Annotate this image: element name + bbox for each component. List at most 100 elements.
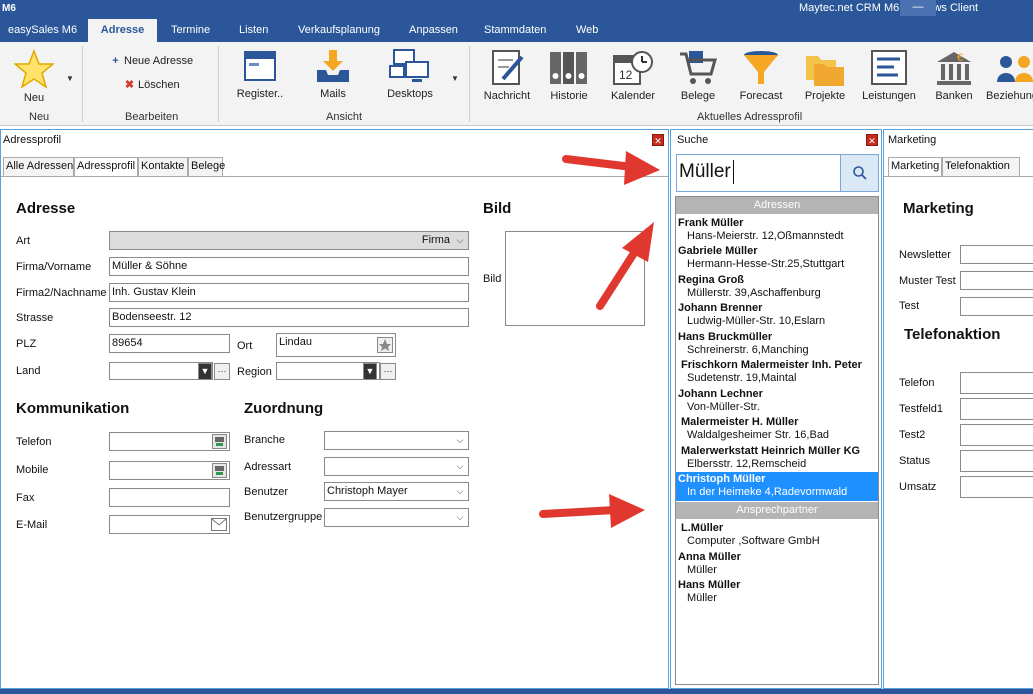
envelope-icon[interactable] — [211, 518, 227, 531]
beziehungen-button[interactable]: Beziehungen — [986, 48, 1033, 102]
list-item[interactable]: Malermeister H. Müller Waldalgesheimer St… — [676, 415, 878, 444]
list-item[interactable]: Johann Brenner Ludwig-Müller-Str. 10,Esla… — [676, 301, 878, 330]
tab-marketing[interactable]: Marketing — [888, 157, 942, 177]
tab-kontakte[interactable]: Kontakte — [138, 157, 188, 176]
test-label: Test — [899, 300, 920, 312]
tab-listen[interactable]: Listen — [239, 19, 268, 42]
benutzergruppe-select[interactable]: ⌵ — [324, 508, 469, 527]
inbox-download-icon — [317, 50, 349, 82]
svg-text:€: € — [957, 52, 963, 64]
testfeld1-input[interactable] — [960, 398, 1033, 420]
telefon-action-input[interactable] — [960, 372, 1033, 394]
tab-telefonaktion[interactable]: Telefonaktion — [942, 157, 1020, 176]
tab-verkaufsplanung[interactable]: Verkaufsplanung — [298, 19, 380, 42]
star-icon — [14, 48, 54, 89]
firma2-input[interactable]: Inh. Gustav Klein — [109, 283, 469, 302]
region-dropdown-icon[interactable]: ▼ — [363, 363, 377, 380]
suche-panel-title: Suche — [671, 130, 881, 151]
adressart-select[interactable]: ⌵ — [324, 457, 469, 476]
list-item[interactable]: Hans Müller Müller — [676, 578, 878, 607]
test2-input[interactable] — [960, 424, 1033, 446]
search-input[interactable]: Müller — [676, 154, 879, 192]
marketing-section-title: Marketing — [903, 200, 974, 217]
zuordnung-section-title: Zuordnung — [244, 400, 324, 417]
tab-termine[interactable]: Termine — [171, 19, 210, 42]
neu-dropdown-icon[interactable]: ▼ — [66, 74, 74, 83]
fax-input[interactable] — [109, 488, 230, 507]
search-icon — [853, 166, 867, 180]
bank-icon: € — [937, 52, 971, 85]
muster-test-input[interactable] — [960, 271, 1033, 290]
list-item-selected[interactable]: Christoph Müller In der Heimeke 4,Radevor… — [676, 472, 878, 501]
forecast-button[interactable]: Forecast — [737, 48, 785, 102]
region-more-button[interactable]: ··· — [380, 363, 396, 380]
telefon-input[interactable] — [109, 432, 230, 451]
shopping-cart-icon — [680, 51, 717, 84]
mails-button[interactable]: Mails — [308, 48, 358, 100]
list-item[interactable]: Frischkorn Malermeister Inh. Peter Sudete… — [676, 358, 878, 387]
register-button[interactable]: Register.. — [230, 48, 290, 100]
email-input[interactable] — [109, 515, 230, 534]
tab-web[interactable]: Web — [576, 19, 598, 42]
tab-adressprofil[interactable]: Adressprofil — [74, 157, 138, 177]
branche-select[interactable]: ⌵ — [324, 431, 469, 450]
list-item[interactable]: Anna Müller Müller — [676, 550, 878, 579]
tab-easysales[interactable]: easySales M6 — [8, 19, 77, 42]
window-register-icon — [244, 51, 276, 81]
group-bearbeiten-label: Bearbeiten — [125, 111, 179, 123]
list-item[interactable]: Frank Müller Hans-Meierstr. 12,Oßmannsted… — [676, 216, 878, 245]
telefonaktion-section-title: Telefonaktion — [904, 326, 1001, 343]
tab-alle-adressen[interactable]: Alle Adressen — [3, 157, 74, 176]
newsletter-input[interactable] — [960, 245, 1033, 264]
adressprofil-panel: Adressprofil ✕ Alle Adressen Adressprofi… — [0, 129, 669, 689]
desktops-dropdown-icon[interactable]: ▼ — [451, 74, 459, 83]
minimize-button[interactable]: — — [900, 0, 936, 16]
close-icon[interactable]: ✕ — [866, 134, 878, 146]
note-pen-icon — [492, 50, 524, 85]
list-item[interactable]: Regina Groß Müllerstr. 39,Aschaffenburg — [676, 273, 878, 302]
list-item[interactable]: Malerwerkstatt Heinrich Müller KG Elberss… — [676, 444, 878, 473]
kalender-button[interactable]: 12 Kalender — [609, 48, 657, 102]
tab-belege[interactable]: Belege — [188, 157, 225, 176]
art-select[interactable]: Firma ⌵ — [109, 231, 469, 250]
firma-input[interactable]: Müller & Söhne — [109, 257, 469, 276]
phone-icon[interactable] — [212, 463, 227, 478]
historie-button[interactable]: Historie — [545, 48, 593, 102]
text-caret — [733, 160, 734, 184]
land-dropdown-icon[interactable]: ▼ — [198, 363, 212, 380]
list-item[interactable]: Hans Bruckmüller Schreinerstr. 6,Manching — [676, 330, 878, 359]
umsatz-input[interactable] — [960, 476, 1033, 498]
strasse-label: Strasse — [16, 312, 54, 324]
belege-button[interactable]: Belege — [674, 48, 722, 102]
phone-icon[interactable] — [212, 434, 227, 449]
ribbon-tabs: easySales M6 Adresse Termine Listen Verk… — [0, 19, 1033, 42]
test-input[interactable] — [960, 297, 1033, 316]
list-chart-icon — [871, 50, 907, 85]
ort-input[interactable]: Lindau — [276, 333, 396, 357]
land-more-button[interactable]: ··· — [214, 363, 230, 380]
banken-button[interactable]: € Banken — [930, 48, 978, 102]
list-item[interactable]: L.Müller Computer ,Software GmbH — [676, 521, 878, 550]
benutzer-select[interactable]: Christoph Mayer ⌵ — [324, 482, 469, 501]
list-item[interactable]: Johann Lechner Von-Müller-Str. — [676, 387, 878, 416]
projekte-button[interactable]: Projekte — [801, 48, 849, 102]
tab-anpassen[interactable]: Anpassen — [409, 19, 458, 42]
tab-stammdaten[interactable]: Stammdaten — [484, 19, 546, 42]
mobile-input[interactable] — [109, 461, 230, 480]
ribbon-separator — [82, 46, 83, 122]
telefon-label: Telefon — [16, 436, 52, 448]
neue-adresse-button[interactable]: + Neue Adresse — [110, 55, 193, 67]
location-lookup-icon[interactable] — [377, 337, 393, 353]
loeschen-button[interactable]: ✖ Löschen — [124, 78, 180, 91]
plz-input[interactable]: 89654 — [109, 334, 230, 353]
desktops-button[interactable]: Desktops — [383, 48, 437, 100]
strasse-input[interactable]: Bodenseestr. 12 — [109, 308, 469, 327]
list-item[interactable]: Gabriele Müller Hermann-Hesse-Str.25,Stut… — [676, 244, 878, 273]
funnel-icon — [744, 51, 778, 84]
tab-adresse[interactable]: Adresse — [88, 19, 157, 42]
status-input[interactable] — [960, 450, 1033, 472]
neu-button[interactable]: Neu — [10, 48, 58, 104]
search-button[interactable] — [840, 155, 878, 191]
nachricht-button[interactable]: Nachricht — [479, 48, 535, 102]
leistungen-button[interactable]: Leistungen — [860, 48, 918, 102]
